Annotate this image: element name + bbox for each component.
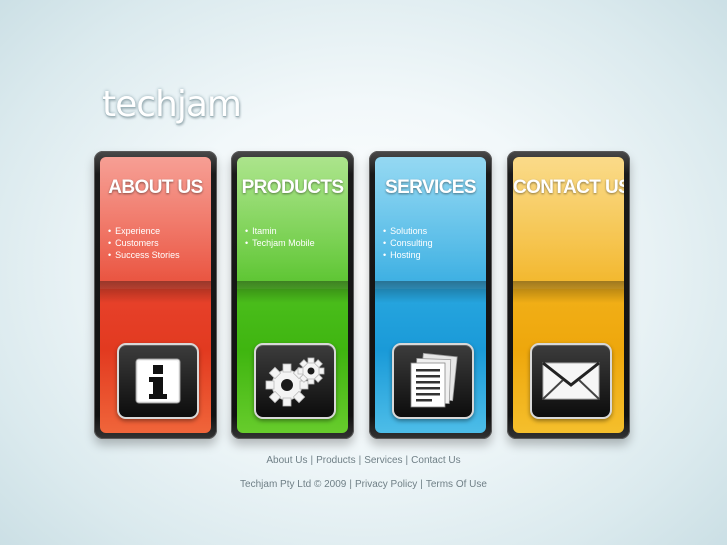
- footer-nav: About Us | Products | Services | Contact Us: [0, 455, 727, 466]
- footer-link-about-us[interactable]: About Us: [266, 455, 307, 466]
- techjam-logo[interactable]: techjam: [102, 84, 242, 125]
- products-icon-button[interactable]: [254, 343, 336, 419]
- about-us-link-success-stories[interactable]: Success Stories: [108, 249, 180, 261]
- panel-band: [100, 281, 211, 304]
- footer-link-products[interactable]: Products: [316, 455, 355, 466]
- footer-separator: |: [349, 479, 352, 490]
- panel-band: [237, 281, 348, 304]
- panel-services[interactable]: SERVICES Solutions Consulting Hosting: [369, 151, 492, 439]
- products-link-itamin[interactable]: Itamin: [245, 225, 315, 237]
- contact-us-icon-button[interactable]: [530, 343, 612, 419]
- panel-title-products[interactable]: PRODUCTS: [237, 177, 348, 199]
- products-links: Itamin Techjam Mobile: [245, 225, 315, 249]
- gears-icon: [265, 357, 325, 407]
- services-links: Solutions Consulting Hosting: [383, 225, 433, 261]
- panel-band: [375, 281, 486, 304]
- footer-link-contact-us[interactable]: Contact Us: [411, 455, 460, 466]
- footer-link-terms-of-use[interactable]: Terms Of Use: [426, 479, 487, 490]
- about-us-link-experience[interactable]: Experience: [108, 225, 180, 237]
- services-icon-button[interactable]: [392, 343, 474, 419]
- panel-services-face: SERVICES Solutions Consulting Hosting: [375, 157, 486, 433]
- panel-contact-us[interactable]: CONTACT US: [507, 151, 630, 439]
- footer-link-privacy-policy[interactable]: Privacy Policy: [355, 479, 417, 490]
- panel-contact-us-face: CONTACT US: [513, 157, 624, 433]
- services-link-consulting[interactable]: Consulting: [383, 237, 433, 249]
- panel-title-about-us[interactable]: ABOUT US: [100, 177, 211, 199]
- footer-separator: |: [405, 455, 409, 466]
- footer-separator: |: [358, 455, 362, 466]
- info-icon: [135, 358, 181, 404]
- footer-link-services[interactable]: Services: [364, 455, 402, 466]
- panel-products-face: PRODUCTS Itamin Techjam Mobile: [237, 157, 348, 433]
- panel-band: [513, 281, 624, 304]
- footer-legal: Techjam Pty Ltd © 2009 | Privacy Policy | Te…: [0, 479, 727, 490]
- envelope-icon: [542, 361, 600, 400]
- about-us-link-customers[interactable]: Customers: [108, 237, 180, 249]
- services-link-solutions[interactable]: Solutions: [383, 225, 433, 237]
- copyright-text: Techjam Pty Ltd © 2009: [240, 479, 347, 490]
- panel-about-us-face: ABOUT US Experience Customers Success St…: [100, 157, 211, 433]
- about-us-links: Experience Customers Success Stories: [108, 225, 180, 261]
- services-link-hosting[interactable]: Hosting: [383, 249, 433, 261]
- panel-about-us[interactable]: ABOUT US Experience Customers Success St…: [94, 151, 217, 439]
- documents-icon: [410, 352, 458, 408]
- about-us-icon-button[interactable]: [117, 343, 199, 419]
- panel-title-services[interactable]: SERVICES: [375, 177, 486, 199]
- products-link-techjam-mobile[interactable]: Techjam Mobile: [245, 237, 315, 249]
- footer-separator: |: [420, 479, 423, 490]
- panel-products[interactable]: PRODUCTS Itamin Techjam Mobile: [231, 151, 354, 439]
- panel-title-contact-us[interactable]: CONTACT US: [513, 177, 624, 199]
- footer-separator: |: [310, 455, 314, 466]
